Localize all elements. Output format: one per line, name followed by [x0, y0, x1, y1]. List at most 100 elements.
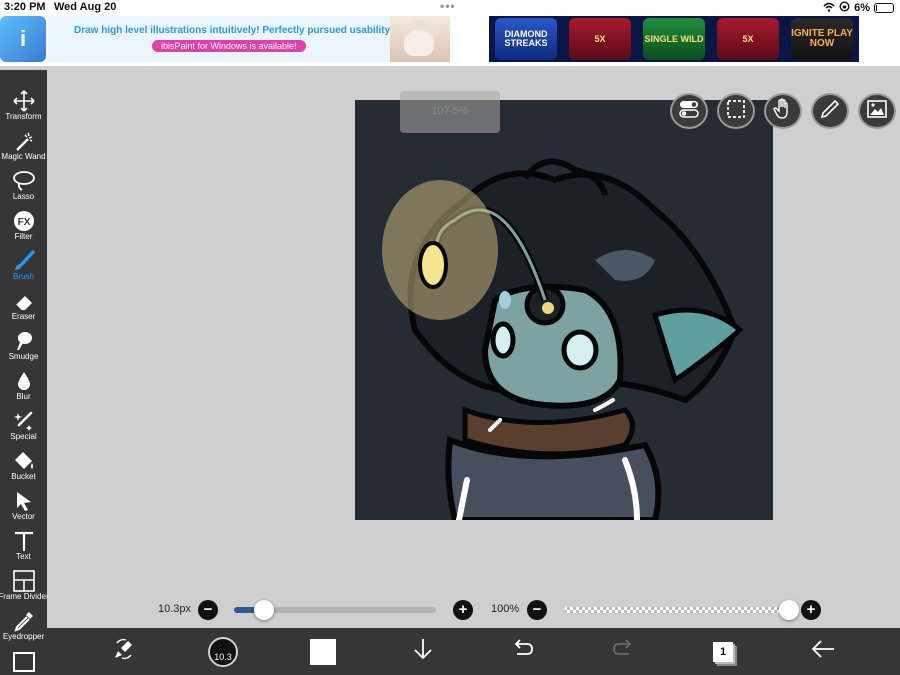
hand-tool-button[interactable] — [764, 93, 802, 129]
frame-divider-icon — [12, 570, 36, 592]
tool-label: Eraser — [11, 312, 36, 321]
image-icon — [867, 100, 887, 122]
tool-label: Filter — [14, 232, 33, 241]
undo-icon — [511, 639, 535, 665]
layers-button[interactable]: 1 — [707, 636, 739, 668]
redo-button[interactable] — [607, 636, 639, 668]
tool-smudge[interactable]: Smudge — [0, 330, 47, 370]
zoom-level-indicator: 107.5% — [400, 91, 500, 133]
tool-frame-divider[interactable]: Frame Divider — [0, 570, 49, 610]
redo-icon — [611, 639, 635, 665]
dashed-selection-icon — [726, 99, 746, 123]
text-t-icon — [12, 530, 36, 552]
brush-eraser-swap-icon — [112, 637, 136, 667]
brush-size-knob[interactable] — [254, 600, 275, 620]
ad-subline: ibisPaint for Windows is available! — [152, 40, 306, 52]
back-arrow-icon — [810, 639, 836, 665]
status-bar: 3:20 PM Wed Aug 20 ••• 6% — [0, 0, 900, 16]
tool-label: Lasso — [12, 192, 35, 201]
ad-text-panel[interactable]: Draw high level illustrations intuitivel… — [48, 16, 394, 62]
current-color-swatch — [310, 639, 336, 665]
status-time: 3:20 PM — [4, 1, 46, 13]
tool-switch-button[interactable] — [108, 636, 140, 668]
ad-portrait-image — [390, 16, 450, 62]
battery-percent: 6% — [854, 2, 870, 14]
tool-label: Vector — [12, 512, 35, 521]
orientation-lock-icon — [839, 1, 850, 15]
slot-tile: DIAMOND STREAKS — [495, 18, 557, 60]
opacity-slider[interactable] — [564, 607, 789, 613]
toggle-switch-icon — [678, 99, 700, 123]
undo-button[interactable] — [507, 636, 539, 668]
slot-tile: IGNITE PLAY NOW — [791, 18, 853, 60]
fx-icon: FX — [12, 210, 36, 232]
slots-ad[interactable]: DIAMOND STREAKS 5X SINGLE WILD 5X IGNITE… — [489, 16, 859, 62]
reference-image-button[interactable] — [858, 93, 896, 129]
status-indicators: 6% — [823, 1, 894, 15]
tool-brush[interactable]: Brush — [0, 250, 47, 290]
tool-eyedropper[interactable]: Eyedropper — [0, 610, 47, 650]
drop-icon — [12, 370, 36, 392]
toggle-panel-button[interactable] — [670, 93, 708, 129]
tool-magic-wand[interactable]: Magic Wand — [0, 130, 47, 170]
tool-label: Brush — [13, 272, 34, 281]
back-button[interactable] — [807, 636, 839, 668]
brush-settings-button[interactable]: 10.3 — [207, 636, 239, 668]
tool-label: Blur — [16, 392, 31, 401]
brush-size-increase-button[interactable]: + — [453, 600, 473, 620]
tool-filter[interactable]: FX Filter — [0, 210, 47, 250]
color-picker-button[interactable] — [307, 636, 339, 668]
layer-count: 1 — [713, 642, 733, 662]
down-arrow-icon — [412, 637, 434, 667]
tool-sidebar: Transform Magic Wand Lasso FX Filter Bru… — [0, 70, 49, 675]
brush-icon — [12, 250, 36, 272]
tool-label: Bucket — [11, 472, 36, 481]
bottom-toolbar: 10.3 1 — [47, 628, 900, 675]
opacity-label: 100% — [491, 603, 520, 615]
ruler-pen-icon — [820, 99, 840, 123]
save-download-button[interactable] — [407, 636, 439, 668]
opacity-knob[interactable] — [779, 600, 799, 620]
tool-bucket[interactable]: Bucket — [0, 450, 47, 490]
opacity-decrease-button[interactable]: − — [527, 600, 547, 620]
hand-icon — [773, 98, 793, 124]
more-tools-icon[interactable] — [13, 652, 35, 672]
brush-sliders: 10.3px − + 100% − + — [47, 596, 900, 624]
tool-label: Smudge — [8, 352, 39, 361]
opacity-increase-button[interactable]: + — [801, 600, 821, 620]
tool-vector[interactable]: Vector — [0, 490, 47, 530]
selection-button[interactable] — [717, 93, 755, 129]
status-date: Wed Aug 20 — [54, 1, 117, 13]
ad-banner[interactable]: i Draw high level illustrations intuitiv… — [0, 16, 900, 66]
wifi-icon — [823, 2, 835, 15]
artwork-image — [355, 100, 773, 520]
tool-special[interactable]: Special — [0, 410, 47, 450]
tool-transform[interactable]: Transform — [0, 90, 47, 130]
tool-lasso[interactable]: Lasso — [0, 170, 47, 210]
brush-size-label: 10.3px — [158, 603, 192, 615]
ruler-button[interactable] — [811, 93, 849, 129]
bucket-icon — [12, 450, 36, 472]
magic-wand-icon — [12, 130, 36, 152]
special-pen-icon — [12, 410, 36, 432]
tool-text[interactable]: Text — [0, 530, 47, 570]
multitask-dots[interactable]: ••• — [440, 0, 456, 13]
lasso-icon — [12, 170, 36, 192]
tool-label: Text — [16, 552, 31, 561]
tool-label: Special — [10, 432, 37, 441]
canvas-top-buttons — [670, 93, 896, 129]
tool-label: Eyedropper — [2, 632, 45, 641]
eyedropper-icon — [12, 610, 36, 632]
battery-icon — [874, 3, 894, 13]
brush-size-decrease-button[interactable]: − — [198, 600, 218, 620]
move-arrows-icon — [12, 90, 36, 112]
brush-size-preview: 10.3 — [208, 637, 238, 667]
ad-headline: Draw high level illustrations intuitivel… — [74, 25, 394, 36]
tool-eraser[interactable]: Eraser — [0, 290, 47, 330]
drawing-canvas[interactable] — [355, 100, 773, 520]
ibispaint-logo-icon: i — [0, 16, 46, 62]
tool-blur[interactable]: Blur — [0, 370, 47, 410]
slot-tile: SINGLE WILD — [643, 18, 705, 60]
smudge-icon — [12, 330, 36, 352]
tool-label: Frame Divider — [0, 592, 49, 601]
